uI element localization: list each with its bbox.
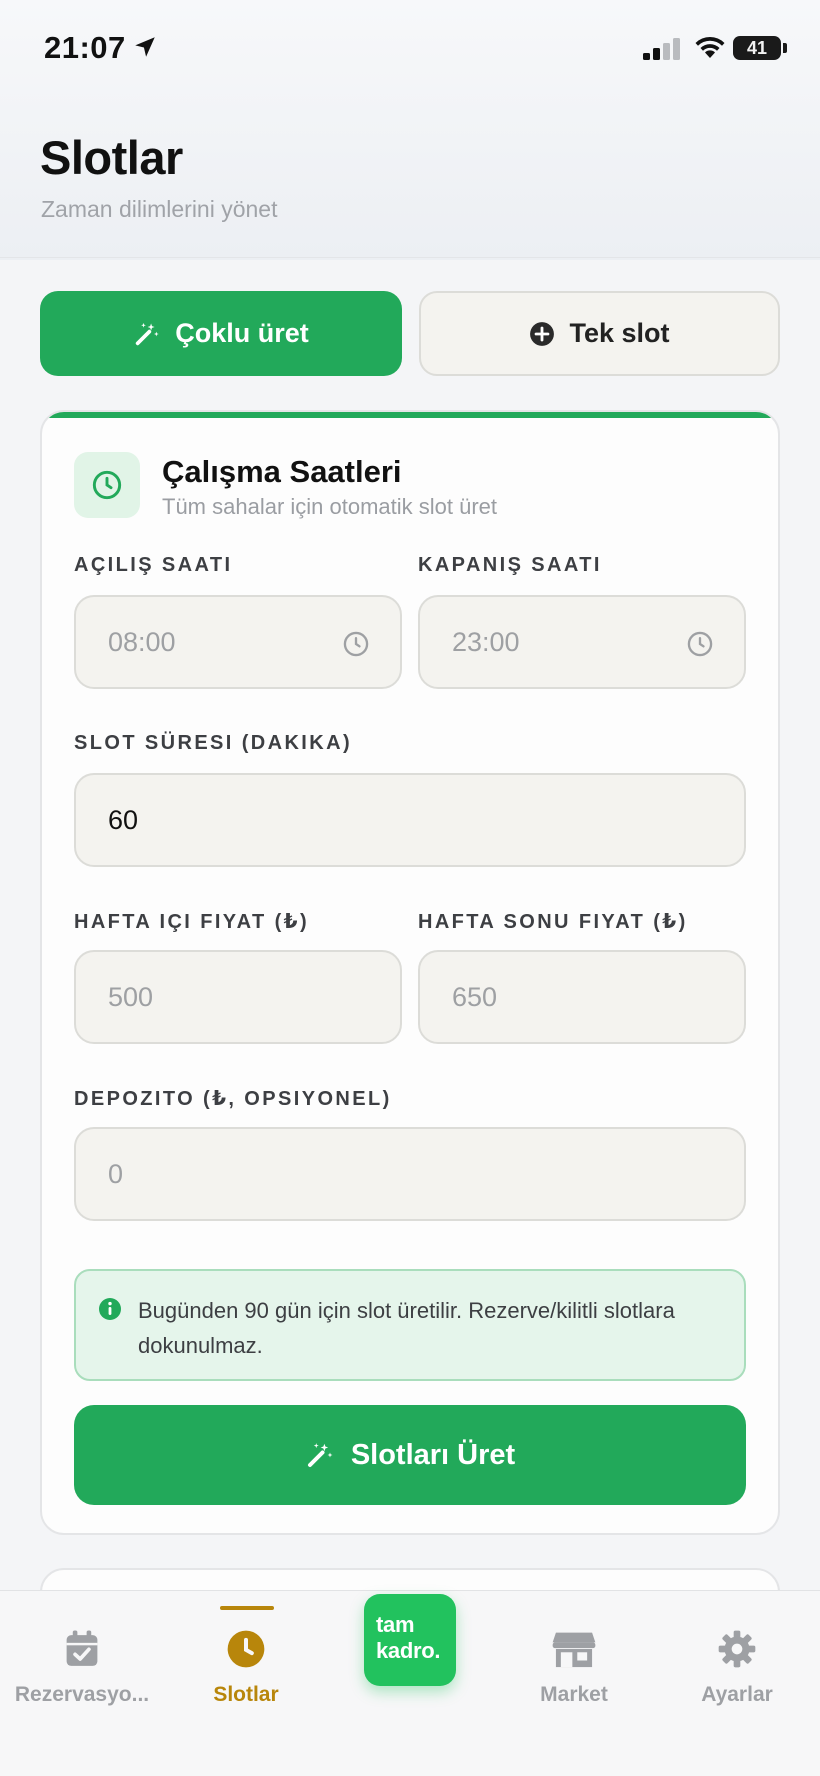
slot-duration-value: 60 (108, 805, 139, 835)
calendar-check-icon (66, 1630, 98, 1666)
opening-time-label: AÇILIŞ SAATI (74, 554, 233, 576)
active-tab-indicator (220, 1606, 274, 1610)
logo-text: tam kadro. (376, 1612, 441, 1664)
signal-icon (643, 38, 680, 60)
slot-duration-label: SLOT SÜRESI (DAKIKA) (74, 732, 352, 754)
tab-slots[interactable]: Slotlar (166, 1629, 326, 1707)
info-icon (99, 1298, 121, 1320)
battery-icon: 41 (733, 36, 781, 60)
tab-market[interactable]: Market (494, 1629, 654, 1707)
location-arrow-icon (135, 37, 155, 57)
clock-icon (92, 470, 122, 500)
magic-wand-icon (136, 322, 159, 345)
gear-icon (718, 1630, 756, 1668)
opening-time-placeholder: 08:00 (108, 627, 176, 657)
store-icon (552, 1632, 596, 1668)
bulk-generate-button[interactable]: Çoklu üret (40, 291, 402, 376)
generate-slots-button[interactable]: Slotları Üret (74, 1405, 746, 1505)
clock-icon (227, 1630, 265, 1668)
info-text: Bugünden 90 gün için slot üretilir. Reze… (138, 1298, 675, 1358)
tab-market-label: Market (540, 1683, 608, 1706)
tab-settings[interactable]: Ayarlar (657, 1629, 817, 1707)
single-slot-button[interactable]: Tek slot (419, 291, 780, 376)
single-slot-label: Tek slot (569, 318, 670, 348)
closing-time-label: KAPANIŞ SAATI (418, 554, 602, 576)
header-divider (0, 257, 820, 258)
generate-slots-label: Slotları Üret (350, 1438, 516, 1471)
bulk-generate-label: Çoklu üret (175, 318, 309, 348)
opening-time-field[interactable]: 08:00 (74, 595, 402, 689)
weekday-price-label: HAFTA IÇI FIYAT (₺) (74, 911, 310, 933)
tab-slots-label: Slotlar (213, 1683, 279, 1706)
battery-tip (783, 43, 787, 53)
card-subtitle: Tüm sahalar için otomatik slot üret (162, 494, 498, 519)
magic-wand-icon (307, 1443, 333, 1467)
status-bar: 21:07 41 (0, 0, 820, 100)
weekday-price-field[interactable]: 500 (74, 950, 402, 1044)
page-title: Slotlar (40, 131, 183, 184)
closing-time-field[interactable]: 23:00 (418, 595, 746, 689)
weekend-price-field[interactable]: 650 (418, 950, 746, 1044)
weekend-price-label: HAFTA SONU FIYAT (₺) (418, 911, 688, 933)
card-accent-bar (42, 412, 778, 418)
slot-duration-field[interactable]: 60 (74, 773, 746, 867)
logo-line-2: kadro. (376, 1638, 441, 1663)
deposit-field[interactable]: 0 (74, 1127, 746, 1221)
tab-reservations-label: Rezervasyo... (14, 1683, 150, 1706)
tab-reservations[interactable]: Rezervasyo... (2, 1629, 162, 1707)
card-title: Çalışma Saatleri (162, 454, 402, 489)
wifi-icon (695, 36, 725, 58)
status-time: 21:07 (44, 30, 126, 65)
logo-line-1: tam (376, 1612, 415, 1637)
page-subtitle: Zaman dilimlerini yönet (41, 196, 278, 222)
tamkadro-logo-button[interactable]: tam kadro. (364, 1594, 456, 1686)
weekday-price-placeholder: 500 (108, 982, 154, 1012)
closing-time-placeholder: 23:00 (452, 627, 520, 657)
tab-settings-label: Ayarlar (701, 1683, 773, 1706)
plus-circle-icon (530, 321, 555, 346)
deposit-label: DEPOZITO (₺, OPSIYONEL) (74, 1088, 392, 1110)
info-box: Bugünden 90 gün için slot üretilir. Reze… (74, 1269, 746, 1381)
working-hours-card: Çalışma Saatleri Tüm sahalar için otomat… (40, 410, 780, 1535)
clock-icon (343, 631, 369, 657)
battery-level: 41 (746, 38, 768, 58)
card-icon-box (74, 452, 140, 518)
weekend-price-placeholder: 650 (452, 982, 498, 1012)
deposit-placeholder: 0 (108, 1159, 124, 1189)
clock-icon (687, 631, 713, 657)
